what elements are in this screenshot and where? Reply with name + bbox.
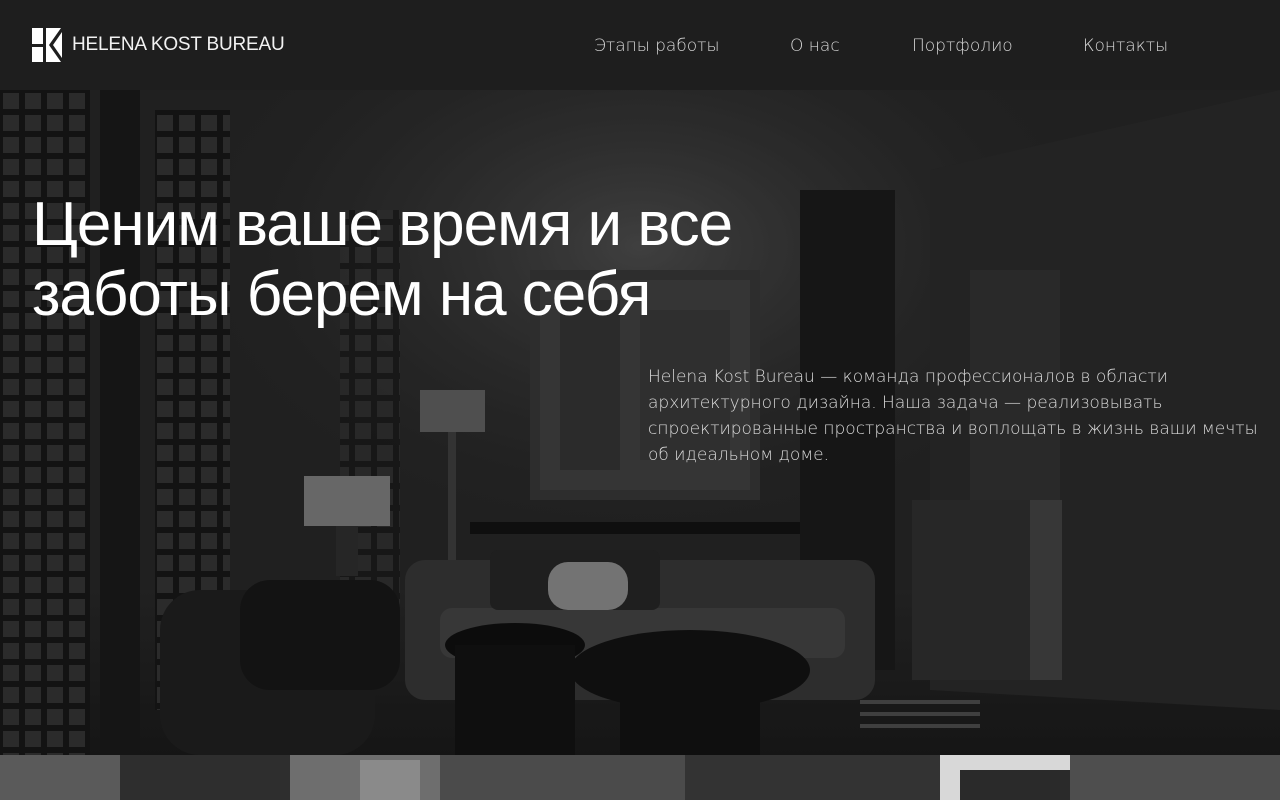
hero-section: Ценим ваше время и все заботы берем на с… <box>0 90 1280 755</box>
brand-logo-link[interactable]: HELENA KOST BUREAU <box>32 28 285 62</box>
portfolio-preview-strip <box>0 755 1280 800</box>
nav-item-portfolio[interactable]: Портфолио <box>912 36 1013 56</box>
site-header: HELENA KOST BUREAU Этапы работы О нас По… <box>0 0 1280 90</box>
hero-title: Ценим ваше время и все заботы берем на с… <box>32 190 733 329</box>
portfolio-preview-image <box>0 755 1280 800</box>
nav-item-stages[interactable]: Этапы работы <box>594 36 720 56</box>
hk-monogram-icon <box>32 28 62 62</box>
nav-item-contacts[interactable]: Контакты <box>1083 36 1168 56</box>
brand-name: HELENA KOST BUREAU <box>72 34 285 55</box>
hero-description: Helena Kost Bureau — команда профессиона… <box>648 367 1258 465</box>
nav-item-about[interactable]: О нас <box>790 36 840 56</box>
